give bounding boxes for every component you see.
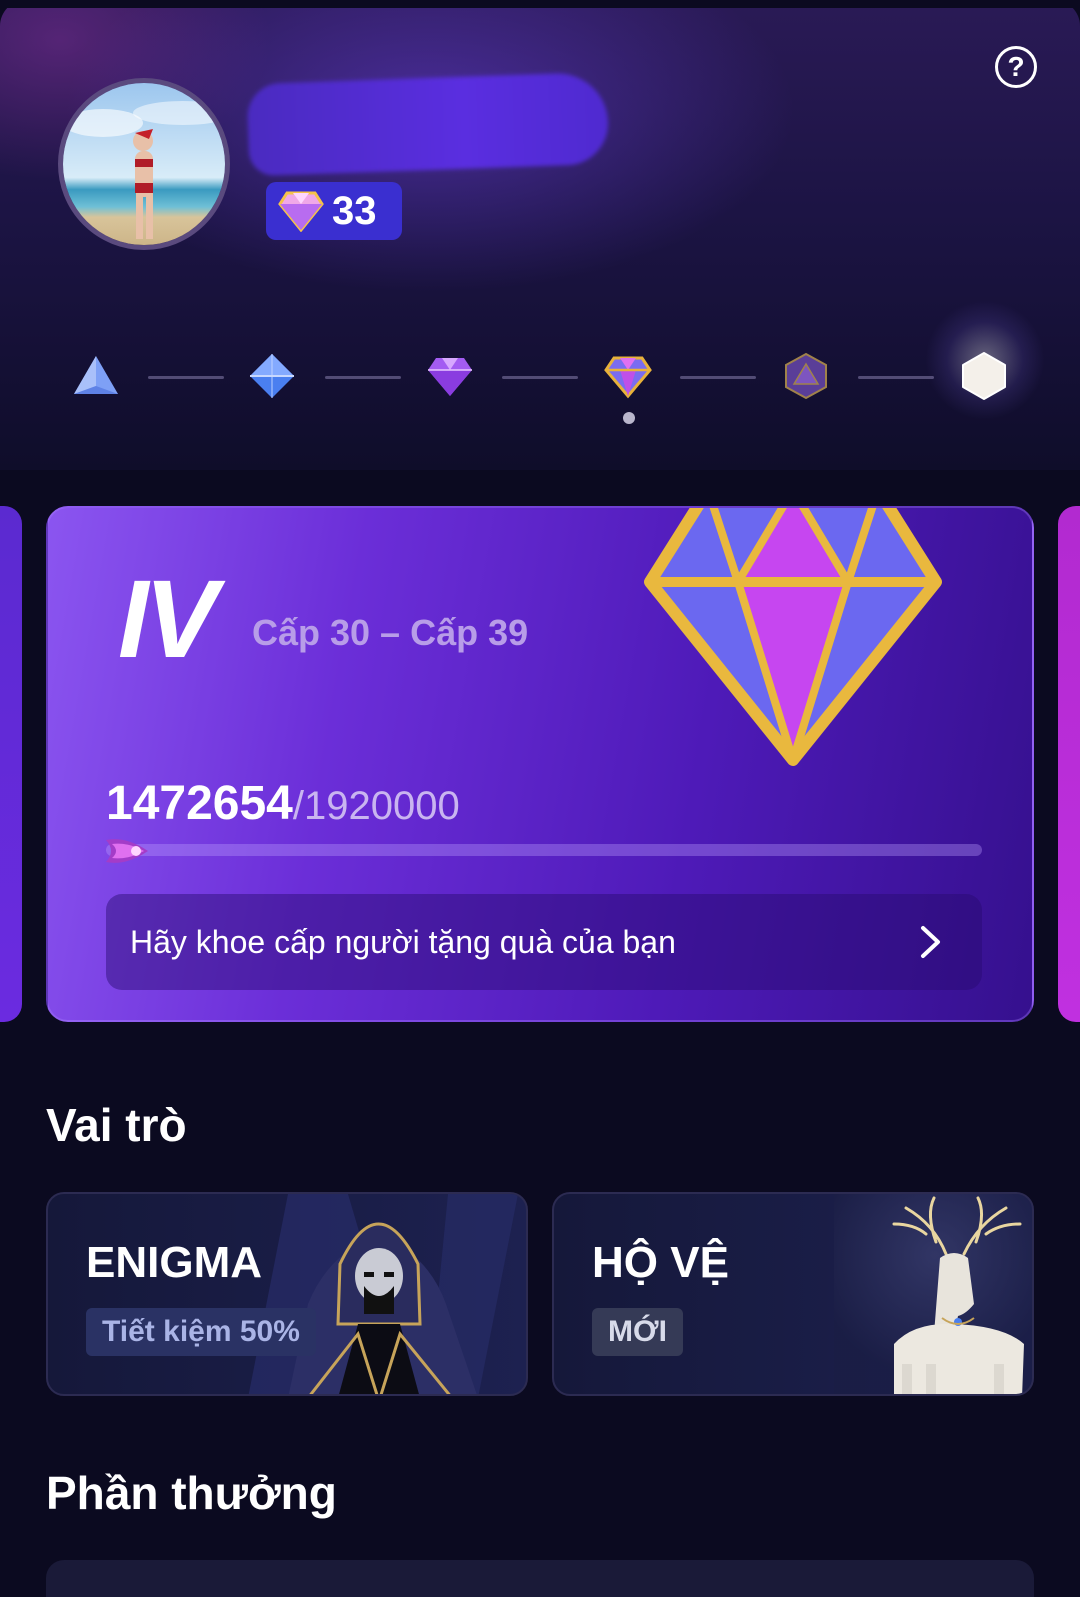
tier-3-diamond-icon[interactable] bbox=[424, 350, 476, 402]
progress-fill bbox=[106, 844, 778, 856]
tier-2-octahedron-icon[interactable] bbox=[246, 350, 298, 402]
tier-progress-row bbox=[0, 340, 1080, 420]
next-tier-card-peek[interactable] bbox=[1058, 506, 1080, 1022]
role-card-ho-ve[interactable]: HỘ VỆ MỚI bbox=[552, 1192, 1034, 1396]
tier-connector bbox=[325, 376, 401, 379]
role-name-enigma: ENIGMA bbox=[86, 1238, 262, 1287]
level-range: Cấp 30 – Cấp 39 bbox=[252, 612, 529, 653]
roles-section-title: Vai trò bbox=[46, 1099, 187, 1151]
status-strip bbox=[0, 0, 1080, 8]
progress-bar bbox=[106, 844, 982, 856]
question-circle-icon: ? bbox=[1007, 51, 1025, 82]
reward-card[interactable] bbox=[46, 1560, 1034, 1597]
white-deer-illustration bbox=[834, 1194, 1032, 1394]
icosahedron-gem-icon bbox=[785, 352, 827, 400]
gold-diamond-icon bbox=[604, 356, 652, 399]
gem-balance-badge[interactable]: 33 bbox=[266, 182, 402, 240]
username-redacted bbox=[246, 71, 610, 177]
role-name-ho-ve: HỘ VỆ bbox=[592, 1238, 729, 1287]
current-tier-indicator bbox=[623, 412, 635, 424]
purple-diamond-icon bbox=[428, 358, 472, 396]
white-hexagon-icon bbox=[962, 352, 1006, 400]
total-points: /1920000 bbox=[292, 784, 460, 828]
role-card-enigma[interactable]: ENIGMA Tiết kiệm 50% bbox=[46, 1192, 528, 1396]
tier-connector bbox=[502, 376, 578, 379]
share-level-label: Hãy khoe cấp người tặng quà của bạn bbox=[130, 923, 676, 960]
tier-roman-numeral: IV bbox=[118, 558, 218, 681]
tier-6-hexagon-icon[interactable] bbox=[958, 350, 1010, 402]
tier-connector bbox=[148, 376, 224, 379]
avatar[interactable] bbox=[58, 78, 230, 250]
gem-count: 33 bbox=[332, 188, 377, 233]
progress-points: 1472654/1920000 bbox=[106, 776, 460, 831]
diamond-icon bbox=[278, 191, 324, 232]
chevron-right-icon bbox=[921, 926, 940, 958]
comet-thumb-icon bbox=[106, 839, 148, 863]
tier-connector bbox=[680, 376, 756, 379]
share-level-button[interactable]: Hãy khoe cấp người tặng quà của bạn bbox=[106, 894, 982, 990]
enigma-figure-illustration bbox=[248, 1194, 518, 1394]
discount-badge: Tiết kiệm 50% bbox=[86, 1308, 316, 1356]
new-badge: MỚI bbox=[592, 1308, 683, 1356]
tier-connector bbox=[858, 376, 934, 379]
tier-4-gold-diamond-icon[interactable] bbox=[602, 350, 654, 402]
tier-5-icosahedron-icon[interactable] bbox=[780, 350, 832, 402]
rewards-section-title: Phần thưởng bbox=[46, 1467, 337, 1519]
current-points: 1472654 bbox=[106, 777, 293, 830]
help-button[interactable]: ? bbox=[995, 46, 1037, 88]
previous-tier-card-peek[interactable] bbox=[0, 506, 22, 1022]
level-card: IV Cấp 30 – Cấp 39 1472654/1920000 Hãy k… bbox=[46, 506, 1034, 1022]
triangle-gem-icon bbox=[74, 356, 118, 394]
large-gold-diamond-icon bbox=[644, 508, 942, 766]
octahedron-gem-icon bbox=[250, 354, 294, 398]
tier-1-triangle-icon[interactable] bbox=[70, 350, 122, 402]
